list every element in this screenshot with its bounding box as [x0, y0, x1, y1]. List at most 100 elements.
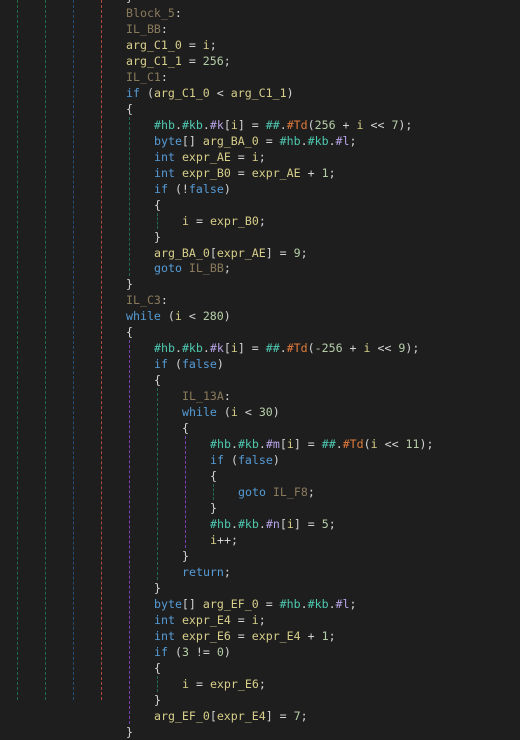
variable-token: arg_C1_0 [126, 37, 182, 52]
punctuation-token: ) [223, 181, 231, 196]
punctuation-token: { [154, 197, 161, 212]
code-line[interactable]: if (false) [210, 452, 280, 468]
code-line[interactable]: } [126, 276, 133, 292]
punctuation-token: : [174, 5, 182, 20]
punctuation-token [182, 261, 189, 275]
punctuation-token: ) [272, 405, 280, 420]
keyword-token: int [154, 149, 175, 164]
code-line[interactable]: #hb.#kb.#k[i] = ##.#Td(-256 + i << 9); [154, 340, 419, 356]
punctuation-token [175, 629, 182, 643]
keyword-token: if [126, 85, 140, 100]
code-line[interactable]: arg_C1_0 = i; [126, 37, 217, 53]
keyword-token: false [237, 453, 273, 468]
punctuation-token: [ [209, 245, 217, 260]
punctuation-token: . [328, 133, 336, 148]
variable-token: expr_AE [181, 149, 231, 164]
field-token: #hb [279, 596, 301, 611]
variable-token: i [182, 213, 189, 228]
code-line[interactable]: } [154, 580, 161, 596]
punctuation-token: << [363, 117, 392, 132]
code-line[interactable]: return; [182, 564, 231, 580]
code-line[interactable]: goto IL_F8; [238, 484, 315, 500]
punctuation-token: + [335, 117, 357, 132]
code-line[interactable]: } [154, 229, 161, 245]
punctuation-token: . [279, 341, 287, 356]
number-token: 11 [405, 437, 420, 452]
code-line[interactable]: { [154, 197, 161, 213]
punctuation-token: . [174, 117, 182, 132]
punctuation-token: . [328, 596, 336, 611]
code-line[interactable]: goto IL_BB; [154, 260, 231, 276]
punctuation-token [175, 613, 182, 627]
punctuation-token: : [160, 69, 168, 84]
variable-token: i [230, 341, 238, 356]
punctuation-token: ; [258, 213, 266, 228]
code-line[interactable]: if (!false) [154, 181, 231, 197]
variable-token: arg_BA_0 [202, 133, 259, 148]
code-line[interactable]: IL_C1: [126, 69, 168, 85]
code-line[interactable]: byte[] arg_EF_0 = #hb.#kb.#l; [154, 596, 357, 612]
code-line[interactable]: Block_5: [126, 5, 182, 21]
variable-token: i [286, 437, 294, 452]
code-line[interactable]: IL_BB: [126, 21, 168, 37]
code-line[interactable]: arg_BA_0[expr_AE] = 9; [154, 245, 308, 261]
punctuation-token: . [202, 341, 210, 356]
variable-token: i [356, 117, 364, 132]
punctuation-token: } [126, 724, 133, 739]
code-line[interactable]: IL_13A: [182, 388, 231, 404]
code-line[interactable]: } [126, 724, 133, 740]
code-line[interactable]: int expr_AE = i; [154, 149, 266, 165]
code-line[interactable]: arg_EF_0[expr_E4] = 7; [154, 708, 308, 724]
punctuation-token: ); [405, 341, 420, 356]
member-token: #k [209, 117, 224, 132]
punctuation-token: + [300, 165, 322, 180]
code-editor[interactable]: }Block_5:IL_BB:arg_C1_0 = i;arg_C1_1 = 2… [0, 0, 520, 739]
code-line[interactable]: { [154, 660, 161, 676]
keyword-token: while [126, 309, 161, 324]
variable-token: arg_C1_1 [126, 53, 182, 68]
code-line[interactable]: #hb.#kb.#m[i] = ##.#Td(i << 11); [210, 436, 433, 452]
code-line[interactable]: arg_C1_1 = 256; [126, 53, 231, 69]
punctuation-token: = [181, 37, 203, 52]
code-line[interactable]: i++; [210, 532, 238, 548]
code-line[interactable]: { [126, 101, 133, 117]
code-line[interactable]: } [210, 500, 217, 516]
punctuation-token: ] = [265, 708, 294, 723]
variable-token: expr_AE [216, 245, 266, 260]
punctuation-token: ] = [293, 437, 322, 452]
code-line[interactable]: if (false) [154, 356, 224, 372]
code-line[interactable]: { [126, 324, 133, 340]
code-line[interactable]: i = expr_B0; [182, 213, 266, 229]
label-token: Block_5 [126, 5, 175, 20]
code-line[interactable]: if (arg_C1_0 < arg_C1_1) [126, 85, 294, 101]
code-line[interactable]: { [210, 468, 217, 484]
punctuation-token: < [237, 405, 259, 420]
keyword-token: int [154, 165, 175, 180]
punctuation-token: } [210, 501, 217, 516]
number-token: 1 [321, 628, 329, 643]
field-token: #hb [279, 133, 301, 148]
code-line[interactable]: while (i < 30) [182, 404, 280, 420]
block-indent-guide [213, 484, 214, 501]
code-line[interactable]: #hb.#kb.#k[i] = ##.#Td(256 + i << 7); [154, 117, 412, 133]
punctuation-token: . [300, 133, 308, 148]
code-line[interactable]: while (i < 280) [126, 308, 231, 324]
code-line[interactable]: IL_C3: [126, 292, 168, 308]
code-line[interactable]: #hb.#kb.#n[i] = 5; [210, 516, 336, 532]
code-line[interactable]: i = expr_E6; [182, 676, 266, 692]
code-line[interactable]: int expr_B0 = expr_AE + 1; [154, 165, 336, 181]
punctuation-token: ; [300, 245, 308, 260]
code-line[interactable]: { [182, 420, 189, 436]
code-line[interactable]: } [182, 548, 189, 564]
label-token: IL_C1 [126, 69, 161, 84]
code-line[interactable]: int expr_E4 = i; [154, 612, 266, 628]
code-line[interactable]: { [154, 372, 161, 388]
code-line[interactable]: if (3 != 0) [154, 644, 231, 660]
member-token: #l [335, 133, 350, 148]
code-line[interactable]: int expr_E6 = expr_E4 + 1; [154, 628, 336, 644]
punctuation-token: ( [167, 644, 182, 659]
punctuation-token: [ [223, 341, 231, 356]
punctuation-token: . [300, 596, 308, 611]
number-token: 7 [293, 708, 301, 723]
code-line[interactable]: byte[] arg_BA_0 = #hb.#kb.#l; [154, 133, 357, 149]
